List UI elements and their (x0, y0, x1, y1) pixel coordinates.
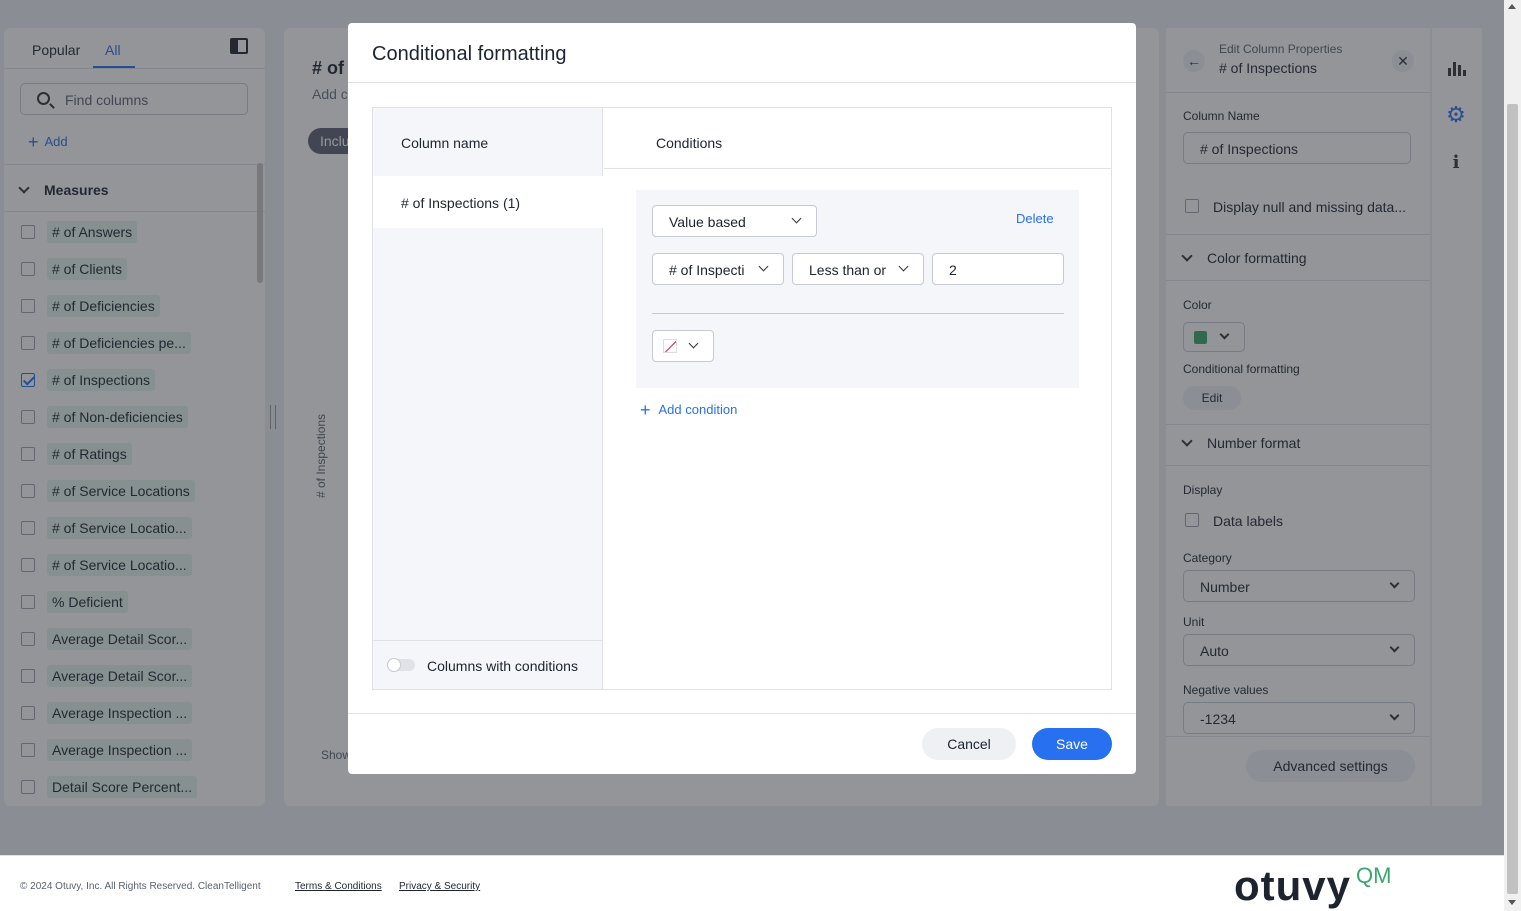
conditions-header: Conditions (656, 135, 723, 151)
add-condition-link[interactable]: + Add condition (640, 400, 737, 421)
divider (652, 313, 1064, 314)
copyright-text: © 2024 Otuvy, Inc. All Rights Reserved. … (20, 881, 261, 892)
chevron-down-icon (688, 338, 699, 349)
columns-with-conditions-toggle[interactable] (387, 658, 415, 672)
chevron-down-icon (758, 261, 769, 272)
column-name-header: Column name (401, 135, 489, 151)
conditional-formatting-dialog: Conditional formatting Column name # of … (348, 23, 1136, 774)
rule-type-value: Value based (669, 214, 746, 230)
delete-condition-link[interactable]: Delete (1016, 211, 1054, 226)
columns-pane: Column name # of Inspections (1) Columns… (373, 108, 625, 690)
column-item-selected[interactable]: # of Inspections (1) (373, 176, 625, 228)
dialog-title: Conditional formatting (372, 43, 567, 65)
page-footer: © 2024 Otuvy, Inc. All Rights Reserved. … (0, 855, 1504, 911)
columns-with-conditions-label: Columns with conditions (427, 658, 578, 674)
scroll-thumb[interactable] (1507, 104, 1518, 894)
save-button[interactable]: Save (1032, 728, 1112, 760)
plus-icon: + (640, 400, 651, 420)
logo-qm: QM (1356, 863, 1392, 888)
columns-pane-footer: Columns with conditions (373, 640, 602, 690)
otuvy-logo: otuvy (1234, 862, 1352, 909)
chevron-down-icon (791, 213, 802, 224)
condition-column-value: # of Inspecti (669, 262, 745, 278)
terms-link[interactable]: Terms & Conditions (295, 881, 382, 892)
dialog-body: Column name # of Inspections (1) Columns… (372, 107, 1112, 690)
cancel-button[interactable]: Cancel (922, 728, 1016, 760)
condition-card: Value based Delete # of Inspecti Less th… (636, 190, 1079, 388)
page-scrollbar[interactable] (1504, 0, 1521, 911)
scroll-down-icon[interactable] (1508, 900, 1516, 905)
condition-column-select[interactable]: # of Inspecti (652, 253, 784, 285)
conditions-pane: Conditions Value based Delete # of Inspe… (604, 108, 1111, 689)
divider (348, 82, 1136, 83)
divider (348, 713, 1136, 714)
scroll-up-icon[interactable] (1508, 4, 1516, 9)
condition-color-picker[interactable] (652, 330, 714, 362)
operator-select[interactable]: Less than or (792, 253, 924, 285)
chevron-down-icon (898, 261, 909, 272)
operator-value: Less than or (809, 262, 887, 278)
divider (604, 168, 1111, 169)
rule-type-select[interactable]: Value based (652, 205, 817, 237)
add-condition-label: Add condition (658, 402, 738, 417)
no-color-icon (663, 339, 677, 353)
privacy-link[interactable]: Privacy & Security (399, 881, 480, 892)
condition-value-input[interactable]: 2 (932, 253, 1064, 285)
